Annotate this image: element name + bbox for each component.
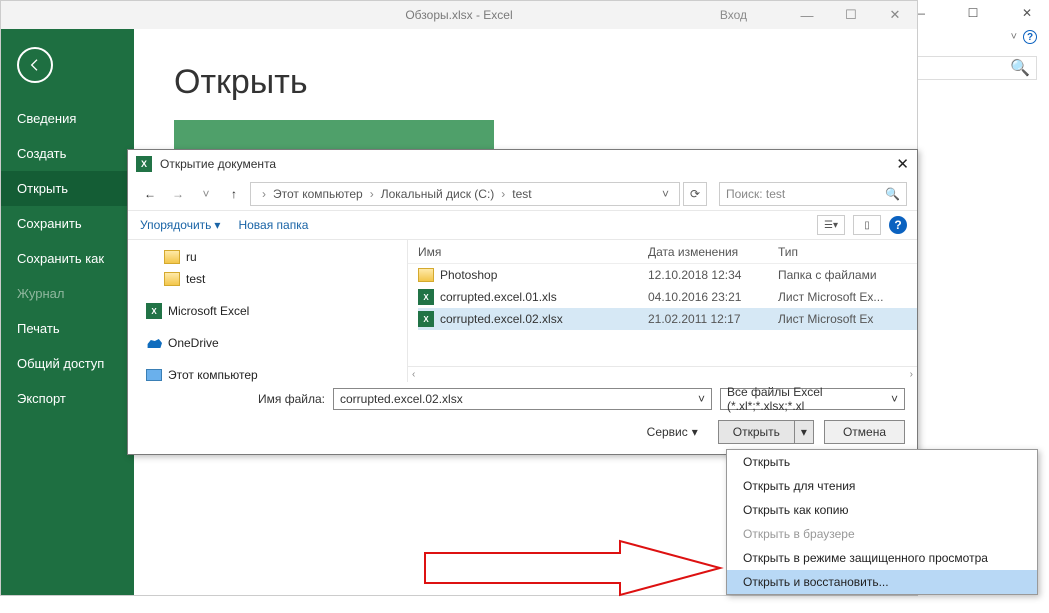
dialog-toolbar: Упорядочить▾ Новая папка ☰▾ ▯ ? xyxy=(128,210,917,240)
file-filter[interactable]: Все файлы Excel (*.xl*;*.xlsx;*.xl˅ xyxy=(720,388,905,410)
file-row[interactable]: Photoshop 12.10.2018 12:34 Папка с файла… xyxy=(418,264,917,286)
search-placeholder: Поиск: test xyxy=(726,187,785,201)
open-dropdown-menu: Открыть Открыть для чтения Открыть как к… xyxy=(726,449,1038,595)
file-list-header[interactable]: Имя Дата изменения Тип xyxy=(408,240,917,264)
tree-node-thispc[interactable]: Этот компьютер xyxy=(146,364,407,382)
nav-up[interactable]: ↑ xyxy=(222,182,246,206)
excel-icon: X xyxy=(146,303,162,319)
help-button[interactable]: ? xyxy=(889,216,907,234)
dialog-titlebar: X Открытие документа ✕ xyxy=(128,150,917,178)
refresh-button[interactable]: ⟳ xyxy=(683,182,707,206)
filename-input[interactable]: corrupted.excel.02.xlsx˅ xyxy=(333,388,712,410)
breadcrumb-2[interactable]: test xyxy=(510,187,533,201)
sidebar-item-info[interactable]: Сведения xyxy=(1,101,134,136)
folder-icon xyxy=(418,268,434,282)
h-scrollbar[interactable]: ‹› xyxy=(408,366,917,382)
dialog-bottom: Имя файла: corrupted.excel.02.xlsx˅ Все … xyxy=(128,382,917,454)
menu-open[interactable]: Открыть xyxy=(727,450,1037,474)
excel-file-icon: X xyxy=(418,289,434,305)
file-row-selected[interactable]: Xcorrupted.excel.02.xlsx 21.02.2011 12:1… xyxy=(418,308,917,330)
view-mode-button[interactable]: ☰▾ xyxy=(817,215,845,235)
excel-max[interactable]: ☐ xyxy=(829,1,873,29)
organize-button[interactable]: Упорядочить▾ xyxy=(140,218,220,232)
chevron-down-icon[interactable]: ˅ xyxy=(891,392,898,406)
file-list: Имя Дата изменения Тип Photoshop 12.10.2… xyxy=(408,240,917,382)
open-dropdown-toggle[interactable]: ▾ xyxy=(795,421,813,443)
sidebar-item-new[interactable]: Создать xyxy=(1,136,134,171)
excel-title: Обзоры.xlsx - Excel xyxy=(405,8,512,22)
breadcrumb[interactable]: › Этот компьютер › Локальный диск (C:) ›… xyxy=(250,182,680,206)
back-button[interactable] xyxy=(17,47,53,83)
newfolder-button[interactable]: Новая папка xyxy=(238,218,308,232)
folder-icon xyxy=(164,250,180,264)
col-name[interactable]: Имя xyxy=(418,245,648,259)
menu-open-repair[interactable]: Открыть и восстановить... xyxy=(727,570,1037,594)
outer-close[interactable]: ✕ xyxy=(1005,0,1049,26)
sidebar-item-saveas[interactable]: Сохранить как xyxy=(1,241,134,276)
excel-close[interactable]: ✕ xyxy=(873,1,917,29)
file-open-dialog: X Открытие документа ✕ ← → ˅ ↑ › Этот ко… xyxy=(127,149,918,455)
excel-file-icon: X xyxy=(418,311,434,327)
filename-label: Имя файла: xyxy=(140,392,325,406)
open-split-button[interactable]: Открыть ▾ xyxy=(718,420,814,444)
nav-back[interactable]: ← xyxy=(138,182,162,206)
menu-open-protected[interactable]: Открыть в режиме защищенного просмотра xyxy=(727,546,1037,570)
sidebar-item-open[interactable]: Открыть xyxy=(1,171,134,206)
sidebar-item-print[interactable]: Печать xyxy=(1,311,134,346)
backstage-sidebar: Сведения Создать Открыть Сохранить Сохра… xyxy=(1,29,134,595)
chevron-right-icon: › xyxy=(369,187,375,201)
cancel-button[interactable]: Отмена xyxy=(824,420,905,444)
outer-caret-bar[interactable]: ˅? xyxy=(1011,30,1037,44)
onedrive-icon xyxy=(146,338,162,348)
excel-app-icon: X xyxy=(136,156,152,172)
nav-recent-dd[interactable]: ˅ xyxy=(194,182,218,206)
page-title: Открыть xyxy=(174,63,917,102)
tree-node-excel[interactable]: XMicrosoft Excel xyxy=(146,300,407,322)
excel-login[interactable]: Вход xyxy=(720,8,747,22)
sidebar-item-share[interactable]: Общий доступ xyxy=(1,346,134,381)
search-icon: 🔍 xyxy=(1010,58,1030,78)
tools-dropdown[interactable]: Сервис▾ xyxy=(647,425,698,439)
outer-chrome: — ☐ ✕ xyxy=(897,0,1049,26)
dialog-title: Открытие документа xyxy=(160,157,276,171)
menu-open-readonly[interactable]: Открыть для чтения xyxy=(727,474,1037,498)
menu-open-browser: Открыть в браузере xyxy=(727,522,1037,546)
chevron-right-icon: › xyxy=(500,187,506,201)
excel-titlebar: Обзоры.xlsx - Excel Вход — ☐ ✕ xyxy=(1,1,917,29)
dialog-nav: ← → ˅ ↑ › Этот компьютер › Локальный дис… xyxy=(128,178,917,210)
pc-icon xyxy=(146,369,162,381)
breadcrumb-dropdown[interactable]: ˅ xyxy=(658,187,673,201)
chevron-down-icon[interactable]: ˅ xyxy=(698,392,705,406)
folder-icon xyxy=(164,272,180,286)
dialog-search[interactable]: Поиск: test 🔍 xyxy=(719,182,907,206)
search-icon: 🔍 xyxy=(885,187,900,201)
chevron-right-icon: › xyxy=(261,187,267,201)
open-button[interactable]: Открыть xyxy=(719,421,795,443)
file-row[interactable]: Xcorrupted.excel.01.xls 04.10.2016 23:21… xyxy=(418,286,917,308)
tree-node-onedrive[interactable]: OneDrive xyxy=(146,332,407,354)
dialog-close[interactable]: ✕ xyxy=(896,155,909,173)
excel-min[interactable]: — xyxy=(785,1,829,29)
col-date[interactable]: Дата изменения xyxy=(648,245,778,259)
col-type[interactable]: Тип xyxy=(778,245,908,259)
tree-node-test[interactable]: test xyxy=(146,268,407,290)
nav-forward: → xyxy=(166,182,190,206)
breadcrumb-0[interactable]: Этот компьютер xyxy=(271,187,365,201)
menu-open-copy[interactable]: Открыть как копию xyxy=(727,498,1037,522)
sidebar-item-export[interactable]: Экспорт xyxy=(1,381,134,416)
tree-node-ru[interactable]: ru xyxy=(146,246,407,268)
preview-pane-button[interactable]: ▯ xyxy=(853,215,881,235)
outer-max[interactable]: ☐ xyxy=(951,0,995,26)
sidebar-item-history: Журнал xyxy=(1,276,134,311)
breadcrumb-1[interactable]: Локальный диск (C:) xyxy=(379,187,497,201)
folder-tree[interactable]: ru test XMicrosoft Excel OneDrive Этот к… xyxy=(128,240,408,382)
sidebar-item-save[interactable]: Сохранить xyxy=(1,206,134,241)
